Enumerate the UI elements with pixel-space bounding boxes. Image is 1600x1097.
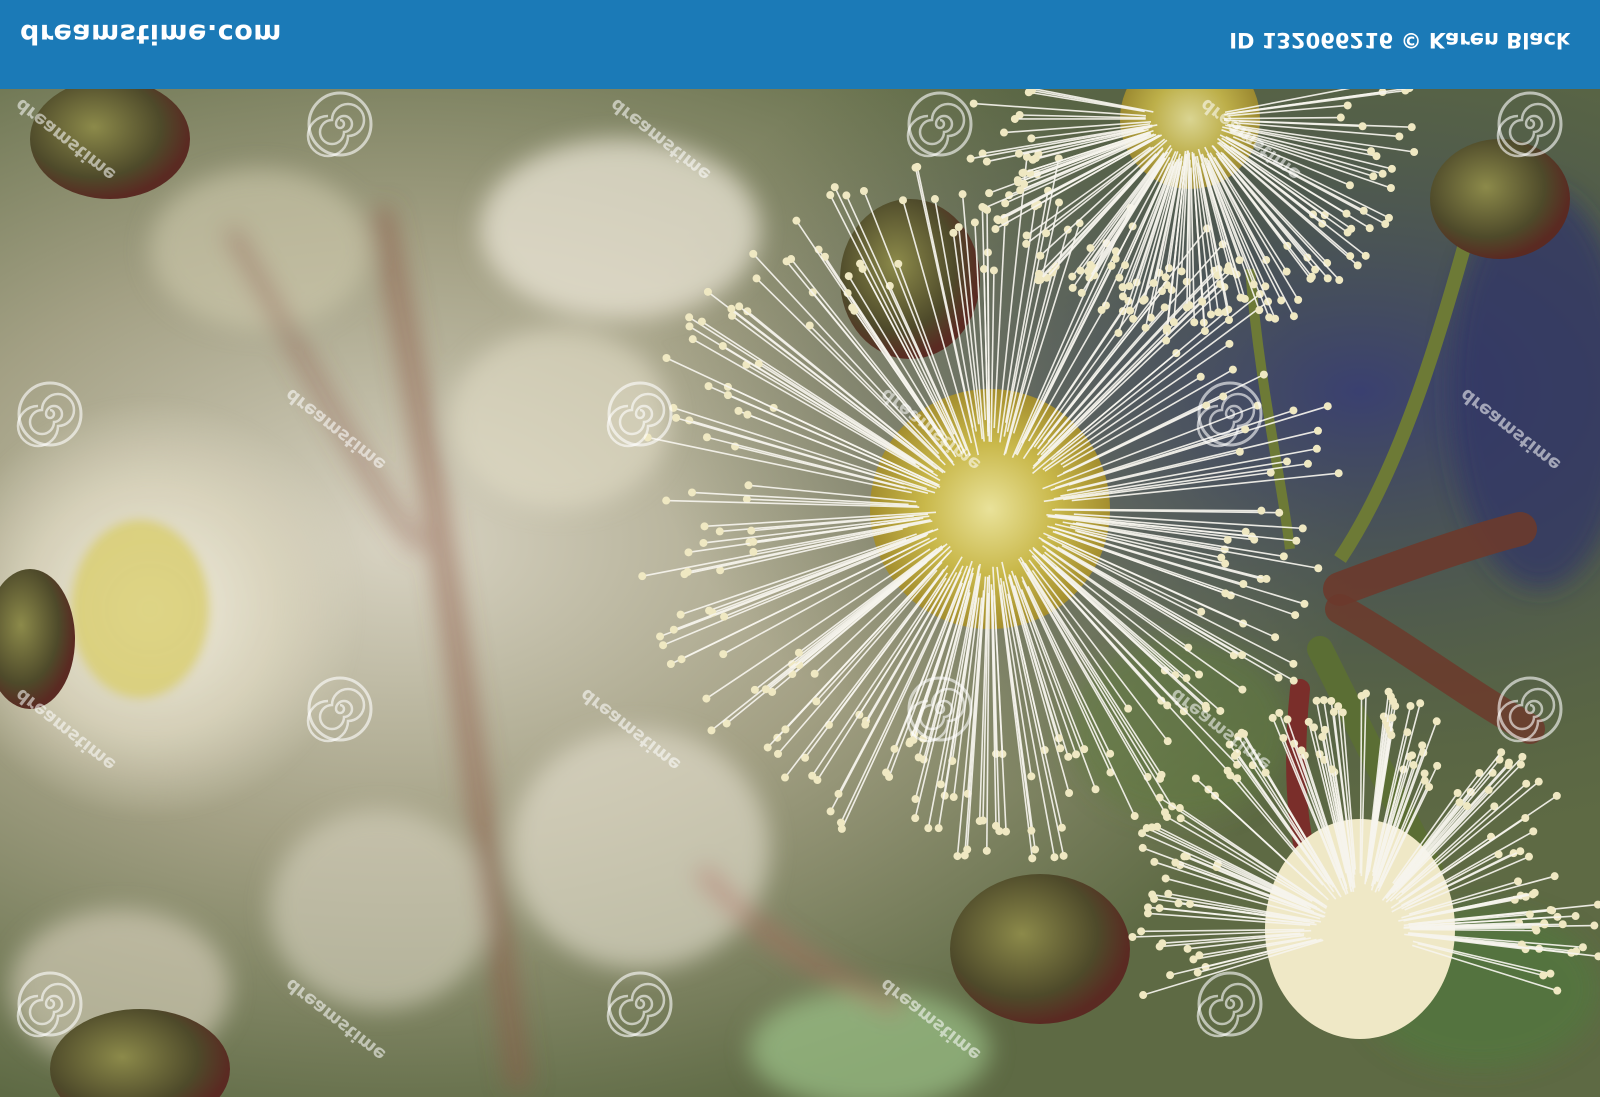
image-stage: dreamstime.com ID 132066216 © Karen Blac… (0, 0, 1600, 1097)
flower-bud (1430, 139, 1570, 259)
photo (0, 89, 1600, 1097)
photo-illustration (0, 89, 1600, 1097)
brand-logo-text: dreamstime.com (20, 18, 282, 49)
watermark-banner: dreamstime.com ID 132066216 © Karen Blac… (0, 0, 1600, 89)
image-credit: ID 132066216 © Karen Black (1229, 28, 1570, 52)
flower-bud (950, 874, 1130, 1024)
